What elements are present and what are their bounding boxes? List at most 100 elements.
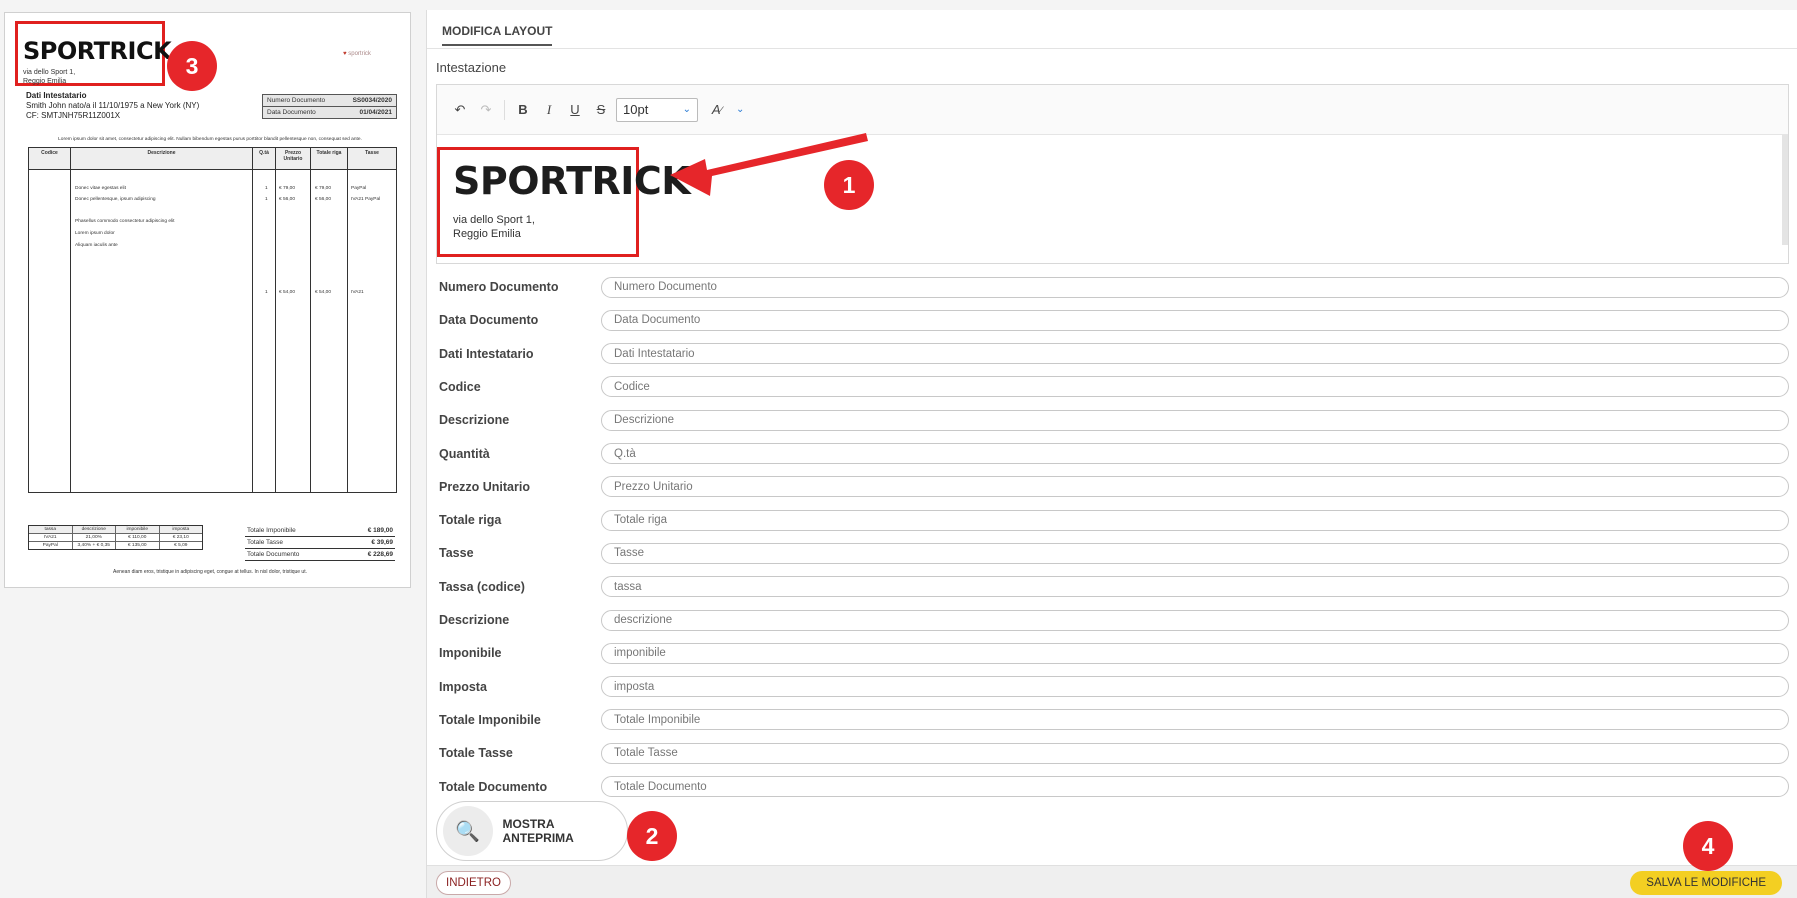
chevron-down-icon[interactable]: ⌄ bbox=[736, 104, 744, 115]
field-input[interactable] bbox=[601, 376, 1789, 398]
preview-intestatario-title: Dati Intestatario bbox=[26, 91, 87, 100]
header-rich-text-editor[interactable]: ↶ ↷ B I U S 10pt ⌄ A ⁄ ⌄ SPORTRICK via de… bbox=[436, 84, 1789, 264]
field-row: Numero Documento bbox=[439, 276, 1789, 298]
preview-tax-cell: € 23,10 bbox=[172, 535, 189, 540]
undo-icon[interactable]: ↶ bbox=[449, 99, 471, 121]
field-input[interactable] bbox=[601, 309, 1789, 331]
field-label: Data Documento bbox=[439, 313, 539, 328]
preview-tax-th: imponibile bbox=[116, 526, 160, 533]
preview-cell-tax: IVA21 bbox=[351, 290, 364, 295]
field-label: Numero Documento bbox=[439, 280, 559, 294]
preview-total-label: Totale Imponibile bbox=[247, 527, 296, 534]
preview-tax-cell: € 110,00 bbox=[116, 534, 160, 541]
editor-scrollbar[interactable] bbox=[1782, 135, 1788, 245]
preview-doc-number-label: Numero Documento bbox=[267, 97, 326, 104]
preview-total-row: Totale Documento € 228,69 bbox=[245, 549, 395, 561]
font-size-select[interactable]: 10pt ⌄ bbox=[616, 97, 698, 122]
preview-tax-table: tassa descrizione imponibile imposta IVA… bbox=[28, 525, 203, 550]
preview-items-table: Codice Descrizione Q.tà Prezzo Unitario … bbox=[28, 147, 397, 493]
preview-tax-cell: € 5,09 bbox=[174, 543, 188, 548]
preview-cell-desc: Donec pellentesque, ipsum adipiscing bbox=[75, 197, 156, 202]
preview-brand-logo: ♥ sportrick bbox=[343, 51, 371, 57]
preview-cell-total: € 56,00 bbox=[315, 197, 332, 202]
annotation-badge-3: 3 bbox=[167, 41, 217, 91]
preview-cell-price: € 54,00 bbox=[279, 290, 296, 295]
text-color-icon[interactable]: A ⁄ bbox=[702, 99, 732, 121]
field-label: Dati Intestatario bbox=[439, 346, 534, 361]
field-label: Prezzo Unitario bbox=[439, 479, 530, 494]
section-title: Intestazione bbox=[436, 60, 507, 75]
preview-address-line1: via dello Sport 1, bbox=[23, 69, 76, 76]
field-input[interactable] bbox=[601, 476, 1789, 498]
preview-doc-info: Numero Documento SS0034/2020 Data Documen… bbox=[262, 94, 397, 119]
preview-total-label: Totale Documento bbox=[247, 551, 300, 558]
editor-address-line1: via dello Sport 1, bbox=[453, 214, 535, 226]
field-input[interactable] bbox=[601, 409, 1789, 431]
field-row: Descrizione bbox=[439, 409, 1789, 431]
show-preview-label: MOSTRA ANTEPRIMA bbox=[502, 817, 574, 845]
field-input[interactable] bbox=[601, 609, 1789, 631]
tab-modifica-layout[interactable]: MODIFICA LAYOUT bbox=[442, 24, 553, 46]
field-input[interactable] bbox=[601, 642, 1789, 664]
preview-tax-header: tassa descrizione imponibile imposta bbox=[29, 526, 202, 534]
preview-tax-row: PayPal 3,40% + € 0,35 € 135,00 € 5,09 bbox=[29, 542, 202, 549]
preview-cell-price: € 56,00 bbox=[279, 197, 296, 202]
back-button[interactable]: INDIETRO bbox=[436, 871, 511, 895]
show-preview-button[interactable]: 🔍 MOSTRA ANTEPRIMA bbox=[436, 801, 628, 861]
preview-tax-th: descrizione bbox=[73, 526, 116, 533]
redo-icon[interactable]: ↷ bbox=[475, 99, 497, 121]
preview-total-label: Totale Tasse bbox=[247, 539, 284, 546]
preview-cell-qty: 1 bbox=[265, 186, 268, 191]
field-input[interactable] bbox=[601, 509, 1789, 531]
field-input[interactable] bbox=[601, 676, 1789, 698]
field-input[interactable] bbox=[601, 576, 1789, 598]
preview-intro-text: Lorem ipsum dolor sit amet, consectetur … bbox=[58, 137, 362, 142]
save-changes-button[interactable]: SALVA LE MODIFICHE bbox=[1630, 871, 1782, 895]
annotation-badge-1: 1 bbox=[824, 160, 874, 210]
field-label: Totale Tasse bbox=[439, 746, 513, 761]
field-input[interactable] bbox=[601, 742, 1789, 764]
preview-total-row: Totale Imponibile € 189,00 bbox=[245, 525, 395, 537]
italic-icon[interactable]: I bbox=[538, 99, 560, 121]
preview-doc-number-value: SS0034/2020 bbox=[352, 97, 392, 104]
preview-intestatario: Dati Intestatario Smith John nato/a il 1… bbox=[26, 91, 199, 121]
field-label: Quantità bbox=[439, 446, 490, 461]
preview-logo: SPORTRICK bbox=[23, 37, 172, 65]
field-input[interactable] bbox=[601, 709, 1789, 731]
field-input[interactable] bbox=[601, 276, 1789, 298]
strikethrough-icon[interactable]: S bbox=[590, 99, 612, 121]
field-row: Totale Documento bbox=[439, 776, 1789, 798]
preview-cell-qty: 1 bbox=[265, 290, 268, 295]
preview-cell-qty: 1 bbox=[265, 197, 268, 202]
field-label: Tasse bbox=[439, 546, 474, 561]
underline-icon[interactable]: U bbox=[564, 99, 586, 121]
preview-address-line2: Reggio Emilia bbox=[23, 78, 67, 85]
preview-cell-tax: IVA21 PayPal bbox=[351, 197, 381, 202]
preview-tax-cell: IVA21 bbox=[29, 534, 73, 541]
preview-doc-date-row: Data Documento 01/04/2021 bbox=[263, 107, 396, 118]
field-row: Prezzo Unitario bbox=[439, 476, 1789, 498]
layout-editor: MODIFICA LAYOUT Intestazione ↶ ↷ B I U S… bbox=[426, 10, 1797, 898]
magnifier-icon: 🔍 bbox=[443, 806, 493, 856]
chevron-down-icon: ⌄ bbox=[682, 104, 691, 115]
field-label: Descrizione bbox=[439, 413, 510, 428]
field-label: Imposta bbox=[439, 679, 487, 694]
field-label: Totale Imponibile bbox=[439, 712, 541, 727]
field-input[interactable] bbox=[601, 542, 1789, 564]
field-input[interactable] bbox=[601, 443, 1789, 464]
field-label: Descrizione bbox=[439, 613, 510, 627]
bottom-action-bar: INDIETRO SALVA LE MODIFICHE bbox=[427, 865, 1797, 898]
bold-icon[interactable]: B bbox=[512, 99, 534, 121]
preview-cell-desc: Lorem ipsum dolor bbox=[75, 231, 115, 236]
editor-toolbar: ↶ ↷ B I U S 10pt ⌄ A ⁄ ⌄ bbox=[437, 85, 1788, 135]
field-row: Quantità bbox=[439, 443, 1789, 465]
field-label: Imponibile bbox=[439, 646, 502, 661]
field-input[interactable] bbox=[601, 343, 1789, 365]
field-row: Dati Intestatario bbox=[439, 343, 1789, 365]
editor-content[interactable]: SPORTRICK via dello Sport 1, Reggio Emil… bbox=[437, 135, 1788, 263]
field-row: Codice bbox=[439, 376, 1789, 398]
editor-address: via dello Sport 1, Reggio Emilia bbox=[453, 213, 535, 241]
preview-brand-text: sportrick bbox=[348, 51, 371, 57]
preview-footer-text: Aenean diam eros, tristique in adipiscin… bbox=[112, 569, 307, 575]
field-input[interactable] bbox=[601, 776, 1789, 797]
